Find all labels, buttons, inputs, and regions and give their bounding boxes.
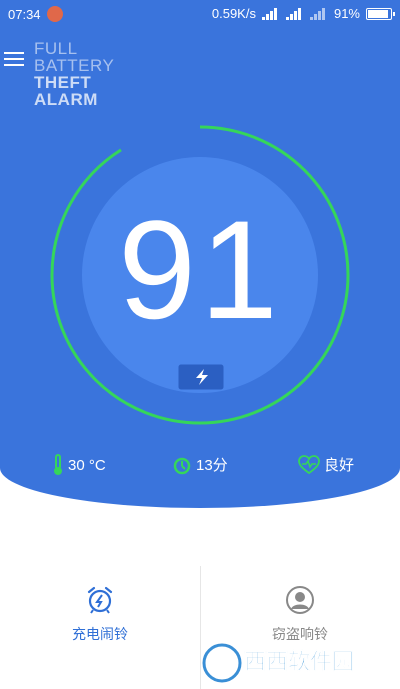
timer-icon [173, 457, 191, 474]
battery-icon [366, 7, 395, 20]
brand-logo: FULL BATTERY THEFT ALARM [34, 40, 114, 108]
brand-line-3: THEFT [34, 73, 92, 92]
network-speed: 0.59K/s [211, 6, 256, 21]
brand-line-4: ALARM [34, 90, 98, 109]
health-stat: 良好 [298, 454, 354, 475]
hamburger-icon[interactable] [4, 52, 24, 68]
time-remaining-stat: 13分 [172, 454, 228, 475]
site-watermark: 西西软件园 CR173.COM [202, 642, 354, 684]
heart-pulse-icon [298, 454, 320, 474]
tab-theft-alarm[interactable]: 窃盗响铃 [200, 585, 400, 644]
status-right: 0.59K/s 91% [211, 6, 395, 21]
thermometer-icon [54, 454, 62, 475]
signal-2g-icon [285, 7, 304, 20]
battery-fill [368, 9, 389, 18]
user-avatar-icon [286, 586, 314, 614]
time-remaining-value: 13分 [196, 457, 228, 474]
watermark-text: 西西软件园 [244, 649, 354, 675]
status-left: 07:34 [8, 6, 63, 22]
watermark-subtext: CR173.COM [298, 674, 346, 683]
battery-percent: 91% [333, 6, 360, 21]
app-notification-icon [46, 6, 63, 22]
battery-level-value: 91 [118, 191, 282, 348]
temperature-value: 30 °C [68, 456, 106, 474]
signal-4g-icon [261, 7, 280, 20]
wifi-signal-icon [309, 7, 328, 20]
battery-stats: 30 °C 13分 良好 [0, 450, 400, 480]
health-value: 良好 [324, 457, 355, 474]
battery-charging-icon [178, 364, 224, 390]
status-time: 07:34 [8, 6, 41, 22]
tab-charge-alarm[interactable]: 充电闹铃 [0, 585, 200, 644]
tab-charge-alarm-label: 充电闹铃 [72, 626, 128, 642]
brand-line-1: FULL [34, 39, 78, 58]
status-bar: 07:34 0.59K/s 91% [0, 0, 400, 28]
brand-line-2: BATTERY [34, 56, 115, 75]
temperature-stat: 30 °C [52, 454, 106, 476]
alarm-clock-icon [87, 586, 113, 614]
